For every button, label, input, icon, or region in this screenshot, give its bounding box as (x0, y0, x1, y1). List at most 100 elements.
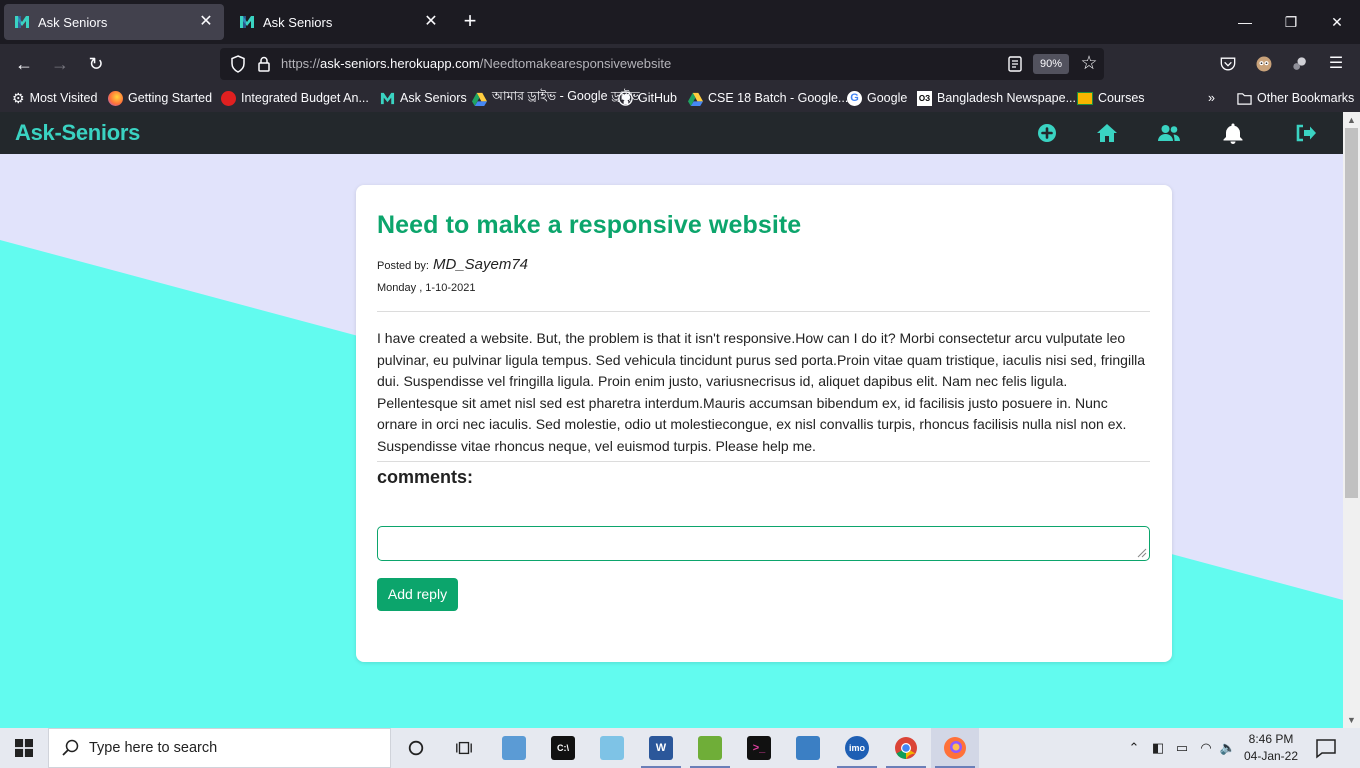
bookmark-label: Courses (1098, 91, 1145, 105)
question-title: Need to make a responsive website (377, 211, 802, 239)
search-placeholder: Type here to search (89, 740, 218, 756)
more-bookmarks-chevron-icon[interactable]: » (1208, 89, 1215, 107)
restore-icon[interactable]: ❐ (1268, 0, 1314, 44)
word-icon[interactable]: W (637, 728, 685, 768)
bookmark-label: CSE 18 Batch - Google... (708, 91, 849, 105)
shield-icon[interactable] (228, 54, 248, 74)
zoom-level-badge[interactable]: 90% (1033, 54, 1069, 74)
close-window-icon[interactable]: ✕ (1314, 0, 1360, 44)
bookmark-integrated-budget[interactable]: Integrated Budget An... (221, 89, 369, 107)
bookmark-my-drive[interactable]: আমার ড্রাইভ - Google ড্রাইভ (472, 89, 640, 107)
scroll-down-icon[interactable]: ▼ (1343, 712, 1360, 728)
bookmark-github[interactable]: GitHub (618, 89, 677, 107)
forward-icon[interactable]: → (48, 52, 72, 76)
sublime-chart-icon[interactable] (686, 728, 734, 768)
windows-logo-icon (15, 739, 33, 757)
tab-title: Ask Seniors (263, 14, 333, 30)
tab-title: Ask Seniors (38, 14, 108, 30)
github-icon (618, 90, 633, 106)
reader-view-icon[interactable] (1006, 55, 1024, 73)
bookmark-courses[interactable]: Courses (1077, 89, 1145, 107)
bookmark-ask-seniors[interactable]: Ask Seniors (380, 89, 467, 107)
scrollbar-thumb[interactable] (1345, 128, 1358, 498)
close-tab-icon[interactable]: ✕ (198, 14, 214, 30)
imo-icon[interactable]: imo (833, 728, 881, 768)
wifi-icon[interactable]: ◠ (1196, 738, 1216, 758)
scroll-up-icon[interactable]: ▲ (1343, 112, 1360, 128)
tray-app-icon[interactable]: ◧ (1148, 738, 1168, 758)
classroom-icon (1077, 91, 1093, 105)
command-prompt-icon[interactable]: C:\ (539, 728, 587, 768)
drive-icon (688, 91, 703, 106)
bookmark-most-visited[interactable]: ⚙ Most Visited (12, 89, 97, 107)
resize-grip-icon[interactable] (1137, 548, 1147, 558)
bookmark-google[interactable]: G Google (847, 89, 907, 107)
bookmark-label: Ask Seniors (400, 91, 467, 105)
task-view-icon[interactable] (440, 728, 488, 768)
tab-ask-seniors-1[interactable]: Ask Seniors ✕ (4, 4, 224, 40)
home-icon[interactable] (1095, 122, 1119, 144)
extension-avatar-icon[interactable] (1252, 52, 1276, 76)
bookmark-bangladesh-newspaper[interactable]: ОЗ Bangladesh Newspape... (917, 89, 1076, 107)
navigation-toolbar: ← → ↻ https://ask-seniors.herokuapp.com/… (0, 44, 1360, 84)
bookmark-star-icon[interactable]: ☆ (1078, 53, 1100, 75)
address-bar[interactable]: https://ask-seniors.herokuapp.com/Needto… (220, 48, 1104, 80)
bookmark-label: Integrated Budget An... (241, 91, 369, 105)
taskbar-search[interactable]: Type here to search (48, 728, 391, 768)
comments-heading: comments: (377, 467, 474, 487)
gear-icon: ⚙ (12, 89, 25, 106)
reload-icon[interactable]: ↻ (84, 52, 108, 76)
divider (377, 461, 1150, 462)
page-scrollbar[interactable]: ▲ ▼ (1343, 112, 1360, 728)
menu-icon[interactable]: ☰ (1324, 52, 1348, 76)
bookmark-cse-18-batch[interactable]: CSE 18 Batch - Google... (688, 89, 848, 107)
tab-strip: Ask Seniors ✕ Ask Seniors ✕ + — ❐ ✕ (0, 0, 1360, 44)
volume-icon[interactable]: 🔈 (1218, 738, 1238, 758)
control-panel-icon[interactable] (490, 728, 538, 768)
close-tab-icon[interactable]: ✕ (423, 14, 439, 30)
add-icon[interactable] (1035, 122, 1059, 144)
brand-logo[interactable]: Ask-Seniors (15, 120, 140, 146)
bookmark-label: Other Bookmarks (1257, 91, 1355, 105)
pocket-icon[interactable] (1216, 52, 1240, 76)
newspaper-icon: ОЗ (917, 90, 932, 106)
back-icon[interactable]: ← (12, 52, 36, 76)
extension-icon[interactable] (1288, 52, 1312, 76)
firefox-taskbar-icon[interactable] (931, 728, 979, 768)
app-header: Ask-Seniors (0, 112, 1343, 154)
calculator-icon[interactable] (784, 728, 832, 768)
minimize-icon[interactable]: — (1222, 0, 1268, 44)
battery-icon[interactable]: ▭ (1172, 738, 1192, 758)
bookmark-label: Bangladesh Newspape... (937, 91, 1076, 105)
google-icon: G (847, 90, 862, 106)
askseniors-favicon-icon (239, 14, 255, 30)
clock-date: 04-Jan-22 (1243, 749, 1299, 763)
tab-ask-seniors-2[interactable]: Ask Seniors ✕ (229, 4, 449, 40)
askseniors-favicon-icon (14, 14, 30, 30)
notepad-icon[interactable] (588, 728, 636, 768)
logout-icon[interactable] (1294, 122, 1318, 144)
start-button[interactable] (0, 728, 48, 768)
firefox-icon (108, 90, 123, 106)
tray-chevron-up-icon[interactable]: ⌃ (1124, 738, 1144, 758)
notification-center-icon[interactable] (1314, 737, 1338, 759)
system-clock[interactable]: 8:46 PM 04-Jan-22 (1240, 731, 1302, 765)
other-bookmarks[interactable]: Other Bookmarks (1237, 89, 1354, 107)
users-icon[interactable] (1157, 122, 1181, 144)
lock-icon[interactable] (254, 54, 274, 74)
posted-by: Posted by: MD_Sayem74 (377, 256, 528, 273)
bookmark-label: Google (867, 91, 908, 105)
cortana-icon[interactable] (392, 728, 440, 768)
url-text[interactable]: https://ask-seniors.herokuapp.com/Needto… (281, 56, 671, 71)
add-reply-button[interactable]: Add reply (377, 578, 458, 611)
bell-icon[interactable] (1221, 122, 1245, 144)
new-tab-button[interactable]: + (458, 10, 482, 34)
clock-time: 8:46 PM (1248, 732, 1294, 746)
reply-textarea[interactable] (377, 526, 1150, 561)
post-date: Monday , 1-10-2021 (377, 282, 476, 294)
terminal-icon[interactable]: >_ (735, 728, 783, 768)
chrome-icon[interactable] (882, 728, 930, 768)
search-icon (62, 739, 79, 756)
drive-icon (472, 91, 487, 106)
bookmark-getting-started[interactable]: Getting Started (108, 89, 212, 107)
